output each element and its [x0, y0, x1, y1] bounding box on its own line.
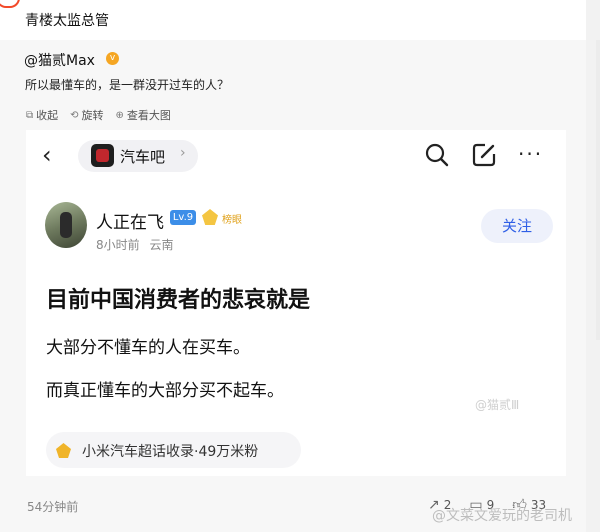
- collapse-button[interactable]: ⧉ 收起: [26, 107, 58, 123]
- rotate-button[interactable]: ⟲ 旋转: [70, 107, 103, 123]
- post-text: 所以最懂车的，是一群没开过车的人？: [25, 78, 230, 92]
- author-name[interactable]: @猫贰Max: [24, 50, 95, 70]
- category-name[interactable]: 青楼太监总管: [25, 10, 109, 30]
- avatar: [45, 202, 87, 248]
- medal-label: 榜眼: [222, 215, 242, 226]
- post-meta: 8小时前 云南: [96, 236, 173, 253]
- screenshot-watermark: @猫贰Ⅲ: [475, 398, 520, 412]
- screenshot-line-1: 大部分不懂车的人在买车。: [46, 338, 250, 358]
- screenshot-headline: 目前中国消费者的悲哀就是: [46, 288, 311, 313]
- follow-button: 关注: [481, 209, 553, 243]
- verified-badge-icon: v: [106, 52, 119, 65]
- image-actions: ⧉ 收起 ⟲ 旋转 ⊕ 查看大图: [26, 107, 171, 123]
- post-location: 云南: [149, 238, 174, 252]
- post-timestamp: 54分钟前: [27, 500, 79, 514]
- rotate-label: 旋转: [81, 109, 104, 122]
- overlay-watermark: @文菜文爱玩的老司机: [432, 508, 572, 524]
- screenshot-user-name: 人正在飞: [96, 213, 164, 233]
- magnify-icon: ⊕: [115, 109, 124, 121]
- post-time: 8小时前: [96, 238, 140, 252]
- edit-icon: [472, 143, 496, 167]
- chevron-right-icon: ›: [180, 145, 186, 161]
- scrollbar-track[interactable]: [596, 40, 600, 340]
- collapse-icon: ⧉: [26, 109, 34, 121]
- bar-name: 汽车吧: [120, 148, 166, 166]
- screenshot-line-2: 而真正懂车的大部分买不起车。: [46, 381, 284, 401]
- rotate-icon: ⟲: [70, 109, 79, 121]
- level-badge: Lv.9: [170, 210, 196, 225]
- back-arrow-icon: ‹: [42, 141, 52, 169]
- view-large-button[interactable]: ⊕ 查看大图: [116, 107, 171, 123]
- topic-text: 小米汽车超话收录·49万米粉: [82, 444, 259, 460]
- view-large-label: 查看大图: [126, 109, 171, 122]
- search-icon: [425, 143, 449, 167]
- bar-logo-icon: [91, 144, 114, 167]
- more-icon: ···: [518, 142, 544, 166]
- collapse-label: 收起: [36, 109, 59, 122]
